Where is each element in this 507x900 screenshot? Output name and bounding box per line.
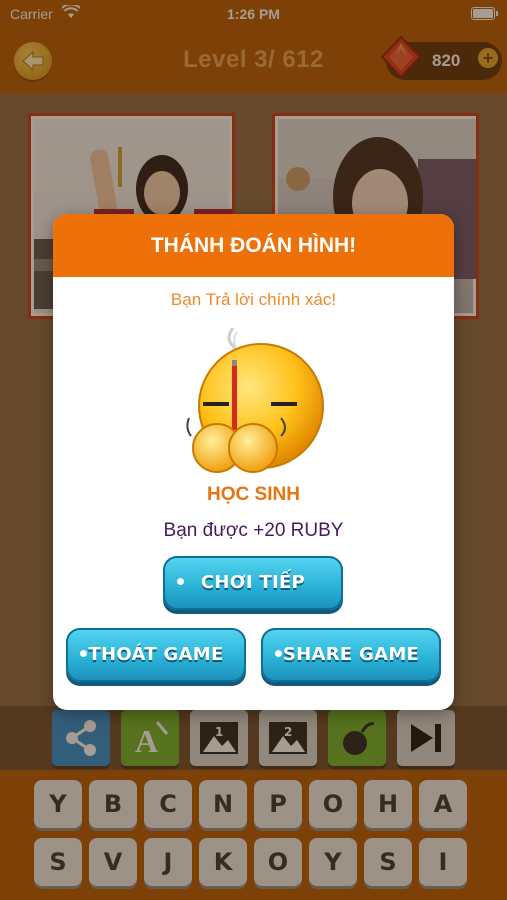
reward-text: Bạn được +20 RUBY — [163, 520, 344, 541]
continue-label: CHƠI TIẾP — [200, 572, 306, 593]
quit-game-button[interactable]: THOÁT GAME — [66, 628, 246, 682]
share-game-button[interactable]: SHARE GAME — [261, 628, 441, 682]
answer-text: HỌC SINH — [207, 484, 300, 505]
dialog-title: THÁNH ĐOÁN HÌNH! — [53, 214, 454, 277]
button-highlight — [80, 650, 87, 657]
button-highlight — [275, 650, 282, 657]
share-game-label: SHARE GAME — [282, 644, 420, 665]
dialog-subtitle: Bạn Trả lời chính xác! — [170, 290, 337, 309]
button-highlight — [177, 578, 184, 585]
quit-game-label: THOÁT GAME — [88, 644, 224, 665]
praying-emoji-icon — [186, 327, 324, 473]
correct-answer-dialog: THÁNH ĐOÁN HÌNH! Bạn Trả lời chính xác! … — [53, 214, 454, 710]
continue-button[interactable]: CHƠI TIẾP — [163, 556, 343, 610]
